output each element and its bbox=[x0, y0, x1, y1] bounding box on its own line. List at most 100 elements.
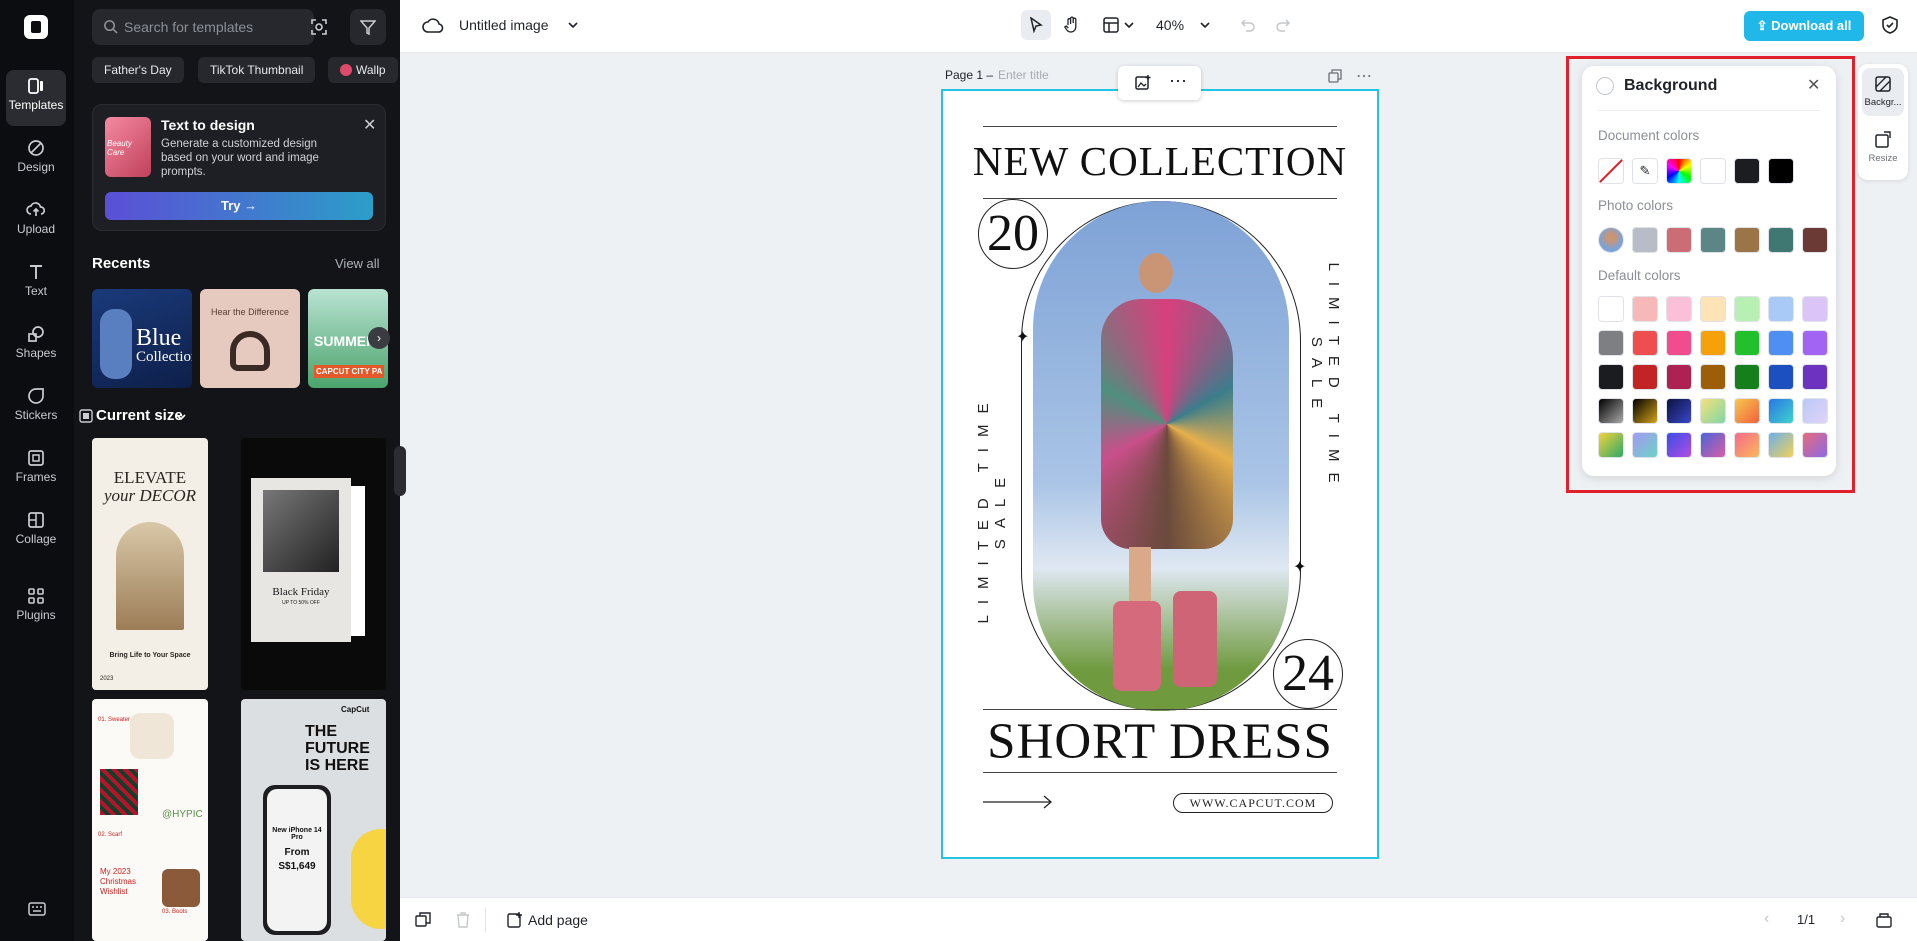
rail-frames[interactable]: Frames bbox=[6, 442, 66, 498]
title-text[interactable]: SHORT DRESS bbox=[943, 713, 1377, 771]
top-bar: Untitled image 40% ⇪ Download all bbox=[400, 0, 1917, 53]
search-input[interactable]: Search for templates bbox=[92, 9, 314, 45]
replace-image-icon[interactable] bbox=[1134, 74, 1152, 92]
rail-templates[interactable]: Templates bbox=[6, 70, 66, 126]
resize-tool-button[interactable]: Resize bbox=[1862, 124, 1904, 172]
template-text: 01. Sweater bbox=[98, 717, 131, 723]
chevron-down-icon[interactable] bbox=[1200, 21, 1210, 29]
layout-icon[interactable] bbox=[1102, 16, 1120, 34]
download-all-button[interactable]: ⇪ Download all bbox=[1744, 11, 1864, 41]
add-page-button[interactable]: Add page bbox=[528, 912, 588, 928]
prev-page-icon[interactable]: ‹ bbox=[1764, 910, 1769, 928]
design-icon bbox=[28, 140, 44, 156]
rail-shapes[interactable]: Shapes bbox=[6, 318, 66, 374]
page-label: Page 1 – bbox=[945, 68, 994, 82]
tool-rail: Templates Design Upload Text Shapes Stic… bbox=[0, 0, 74, 941]
recent-hear-the-difference[interactable]: Hear the Difference bbox=[200, 289, 300, 388]
photo-head bbox=[1139, 253, 1173, 293]
scarf-image bbox=[100, 769, 138, 815]
add-page-icon[interactable] bbox=[507, 912, 523, 928]
chevron-right-icon[interactable]: › bbox=[368, 327, 390, 349]
template-text: Bring Life to Your Space bbox=[109, 652, 191, 659]
arrow-right-icon bbox=[983, 795, 1052, 809]
rail-upload[interactable]: Upload bbox=[6, 194, 66, 250]
close-icon[interactable]: ✕ bbox=[363, 115, 376, 135]
rail-plugins[interactable]: Plugins bbox=[6, 580, 66, 636]
recent-blue-collection[interactable]: Blue Collection bbox=[92, 289, 192, 388]
template-black-friday[interactable]: Black Friday UP TO 50% OFF bbox=[241, 438, 386, 690]
year-number-2[interactable]: 24 bbox=[1273, 644, 1343, 703]
text-to-design-promo: Beauty Care Text to design Generate a cu… bbox=[92, 104, 386, 231]
rail-label: Collage bbox=[15, 532, 57, 546]
collapse-panel-handle[interactable] bbox=[394, 446, 406, 496]
upload-icon bbox=[26, 202, 46, 216]
template-text: 2023 bbox=[100, 676, 114, 682]
promo-desc: Generate a customized design based on yo… bbox=[161, 138, 319, 178]
recent-person bbox=[100, 309, 132, 379]
canvas-page[interactable]: NEW COLLECTION 20 24 ✦ ✦ LIMITED TIME SA… bbox=[941, 89, 1379, 859]
template-text: 02. Scarf bbox=[98, 832, 123, 838]
url-pill[interactable]: WWW.CAPCUT.COM bbox=[1173, 793, 1333, 813]
rail-text[interactable]: Text bbox=[6, 256, 66, 312]
chevron-down-icon[interactable] bbox=[568, 21, 578, 29]
template-text: @HYPIC bbox=[162, 809, 203, 820]
select-tool-button[interactable] bbox=[1021, 10, 1051, 40]
promo-thumb-text: Beauty Care bbox=[107, 139, 132, 157]
recent-text: Blue bbox=[136, 325, 182, 351]
divider bbox=[983, 709, 1337, 710]
redo-icon[interactable] bbox=[1275, 17, 1291, 33]
recent-text: SUMMER bbox=[314, 333, 377, 349]
template-text: 03. Boots bbox=[162, 909, 188, 915]
chip-wallpaper[interactable]: Wallp bbox=[328, 57, 398, 83]
rail-collage[interactable]: Collage bbox=[6, 504, 66, 560]
image-search-icon[interactable] bbox=[310, 18, 328, 36]
recent-text: Hear the Difference bbox=[211, 307, 289, 317]
capcut-logo[interactable] bbox=[24, 15, 48, 39]
more-icon[interactable]: ⋯ bbox=[1169, 71, 1187, 92]
year-number-1[interactable]: 20 bbox=[978, 204, 1048, 263]
side-text-left[interactable]: LIMITED TIME SALE bbox=[975, 378, 1009, 638]
pages-panel-icon[interactable] bbox=[1875, 911, 1893, 929]
rail-design[interactable]: Design bbox=[6, 132, 66, 188]
trash-icon[interactable] bbox=[456, 912, 470, 928]
headline-text[interactable]: NEW COLLECTION bbox=[943, 137, 1377, 185]
model-photo[interactable] bbox=[1033, 201, 1289, 711]
undo-icon[interactable] bbox=[1240, 17, 1256, 33]
filter-button[interactable] bbox=[350, 9, 386, 45]
template-text: New iPhone 14 Pro bbox=[272, 827, 322, 841]
page-more-icon[interactable]: ⋯ bbox=[1356, 66, 1372, 86]
cloud-icon[interactable] bbox=[422, 16, 444, 34]
plugins-icon bbox=[28, 588, 44, 604]
try-button[interactable]: Try → bbox=[105, 192, 373, 220]
chip-tiktok-thumbnail[interactable]: TikTok Thumbnail bbox=[198, 57, 316, 83]
phone-screen bbox=[267, 789, 327, 931]
frames-icon bbox=[28, 450, 44, 466]
background-tool-button[interactable]: Backgr... bbox=[1862, 68, 1904, 116]
page-title-input[interactable]: Enter title bbox=[998, 68, 1049, 82]
template-text: From bbox=[284, 847, 310, 858]
shield-icon[interactable] bbox=[1880, 15, 1900, 35]
document-title[interactable]: Untitled image bbox=[459, 17, 549, 33]
template-christmas-wishlist[interactable]: 01. Sweater 02. Scarf @HYPIC My 2023 Chr… bbox=[92, 699, 208, 941]
sparkle-icon: ✦ bbox=[1016, 329, 1030, 346]
side-text-right[interactable]: LIMITED TIME SALE bbox=[1308, 248, 1342, 508]
page-counter: 1/1 bbox=[1797, 912, 1816, 927]
hand-icon[interactable] bbox=[1063, 16, 1081, 34]
divider bbox=[983, 198, 1337, 199]
photo-dress bbox=[1101, 299, 1233, 549]
chevron-down-icon[interactable] bbox=[1124, 21, 1134, 29]
chip-fathers-day[interactable]: Father's Day bbox=[92, 57, 184, 83]
template-future-is-here[interactable]: CapCut THE FUTURE IS HERE New iPhone 14 … bbox=[241, 699, 386, 941]
duplicate-page-icon[interactable] bbox=[415, 912, 431, 928]
right-tools: Backgr... Resize bbox=[1858, 64, 1908, 180]
duplicate-icon[interactable] bbox=[1328, 69, 1342, 83]
template-elevate-decor[interactable]: ELEVATE your DECOR Bring Life to Your Sp… bbox=[92, 438, 208, 690]
shapes-icon bbox=[28, 326, 44, 342]
keyboard-icon[interactable] bbox=[28, 902, 46, 916]
zoom-level[interactable]: 40% bbox=[1156, 17, 1184, 33]
next-page-icon[interactable]: › bbox=[1840, 910, 1845, 928]
search-icon bbox=[104, 20, 118, 34]
current-size-dropdown[interactable]: Current size bbox=[96, 407, 183, 424]
rail-stickers[interactable]: Stickers bbox=[6, 380, 66, 436]
view-all-link[interactable]: View all bbox=[335, 256, 380, 271]
